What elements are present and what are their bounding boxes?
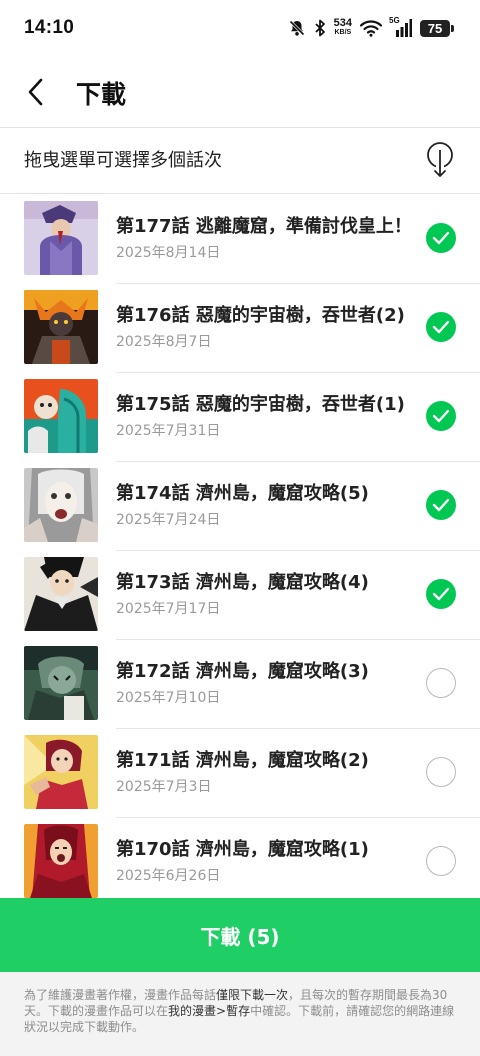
status-time: 14:10 bbox=[24, 17, 75, 38]
episode-date: 2025年7月24日 bbox=[116, 512, 221, 528]
chevron-left-icon bbox=[28, 78, 43, 106]
episode-thumbnail bbox=[24, 557, 98, 631]
episode-title: 第175話 惡魔的宇宙樹，吞世者(1) bbox=[116, 394, 405, 415]
checkmark-icon bbox=[432, 498, 450, 512]
battery-level: 75 bbox=[427, 20, 443, 36]
copyright-notice: 為了維護漫畫著作權，漫畫作品每話僅限下載一次，且每次的暫存期間最長為30天。下載… bbox=[0, 972, 480, 1056]
episode-date: 2025年8月7日 bbox=[116, 334, 212, 350]
episode-checkbox[interactable] bbox=[426, 668, 456, 698]
notice-text: 為了維護漫畫著作權，漫畫作品每話 bbox=[24, 988, 217, 1002]
episode-item-171[interactable]: 第171話 濟州島，魔窟攻略(2) 2025年7月3日 bbox=[0, 729, 480, 818]
checkmark-icon bbox=[432, 320, 450, 334]
episode-thumbnail bbox=[24, 646, 98, 720]
episode-title: 第171話 濟州島，魔窟攻略(2) bbox=[116, 750, 369, 771]
episode-checkbox[interactable] bbox=[426, 757, 456, 787]
episode-item-175[interactable]: 第175話 惡魔的宇宙樹，吞世者(1) 2025年7月31日 bbox=[0, 373, 480, 462]
episode-thumbnail bbox=[24, 290, 98, 364]
download-button[interactable]: 下載 (5) bbox=[0, 898, 480, 972]
battery-icon: 75 bbox=[420, 19, 454, 37]
episode-date: 2025年7月3日 bbox=[116, 779, 212, 795]
episode-thumbnail bbox=[24, 468, 98, 542]
signal-icon: 5G bbox=[389, 16, 412, 37]
episode-thumbnail bbox=[24, 735, 98, 809]
checkmark-icon bbox=[432, 231, 450, 245]
page-title: 下載 bbox=[76, 80, 127, 109]
net-speed-unit: KB/S bbox=[334, 29, 352, 36]
hint-bar: 拖曳選單可選擇多個話次 bbox=[0, 128, 480, 194]
episode-title: 第174話 濟州島，魔窟攻略(5) bbox=[116, 483, 369, 504]
checkmark-icon bbox=[432, 409, 450, 423]
episode-title: 第176話 惡魔的宇宙樹，吞世者(2) bbox=[116, 305, 405, 326]
episode-item-170[interactable]: 第170話 濟州島，魔窟攻略(1) 2025年6月26日 bbox=[0, 818, 480, 898]
sort-button[interactable] bbox=[424, 140, 456, 182]
episode-title: 第173話 濟州島，魔窟攻略(4) bbox=[116, 572, 369, 593]
sort-down-icon bbox=[427, 142, 453, 177]
app-header: 下載 bbox=[0, 58, 480, 128]
status-icons: 534 KB/S 5G 75 bbox=[288, 16, 454, 40]
episode-title: 第177話 逃離魔窟，準備討伐皇上！ bbox=[116, 216, 412, 237]
episode-date: 2025年7月10日 bbox=[116, 690, 221, 706]
episode-title: 第170話 濟州島，魔窟攻略(1) bbox=[116, 839, 369, 860]
episode-checkbox[interactable] bbox=[426, 401, 456, 431]
episode-list[interactable]: 第177話 逃離魔窟，準備討伐皇上！ 2025年8月14日 第176話 惡魔的宇… bbox=[0, 195, 480, 898]
bluetooth-icon bbox=[314, 19, 326, 37]
wifi-icon bbox=[360, 19, 382, 37]
episode-item-177[interactable]: 第177話 逃離魔窟，準備討伐皇上！ 2025年8月14日 bbox=[0, 195, 480, 284]
checkmark-icon bbox=[432, 587, 450, 601]
episode-title: 第172話 濟州島，魔窟攻略(3) bbox=[116, 661, 369, 682]
episode-thumbnail bbox=[24, 201, 98, 275]
episode-thumbnail bbox=[24, 379, 98, 453]
episode-checkbox[interactable] bbox=[426, 579, 456, 609]
hint-text: 拖曳選單可選擇多個話次 bbox=[24, 150, 222, 171]
episode-checkbox[interactable] bbox=[426, 223, 456, 253]
mute-icon bbox=[288, 19, 306, 37]
episode-thumbnail bbox=[24, 824, 98, 898]
episode-checkbox[interactable] bbox=[426, 312, 456, 342]
episode-item-176[interactable]: 第176話 惡魔的宇宙樹，吞世者(2) 2025年8月7日 bbox=[0, 284, 480, 373]
notice-highlight: 僅限下載一次 bbox=[216, 988, 289, 1002]
episode-checkbox[interactable] bbox=[426, 846, 456, 876]
episode-date: 2025年7月31日 bbox=[116, 423, 221, 439]
episode-item-174[interactable]: 第174話 濟州島，魔窟攻略(5) 2025年7月24日 bbox=[0, 462, 480, 551]
episode-date: 2025年7月17日 bbox=[116, 601, 221, 617]
back-button[interactable] bbox=[18, 72, 54, 112]
status-bar: 14:10 534 KB/S 5G 75 bbox=[0, 0, 480, 58]
episode-date: 2025年8月14日 bbox=[116, 245, 221, 261]
net-speed-value: 534 bbox=[333, 17, 352, 29]
episode-item-173[interactable]: 第173話 濟州島，魔窟攻略(4) 2025年7月17日 bbox=[0, 551, 480, 640]
episode-item-172[interactable]: 第172話 濟州島，魔窟攻略(3) 2025年7月10日 bbox=[0, 640, 480, 729]
my-comics-cache-link: 我的漫畫>暫存 bbox=[168, 1004, 251, 1018]
episode-date: 2025年6月26日 bbox=[116, 868, 221, 884]
net-speed: 534 KB/S bbox=[333, 17, 352, 37]
episode-checkbox[interactable] bbox=[426, 490, 456, 520]
